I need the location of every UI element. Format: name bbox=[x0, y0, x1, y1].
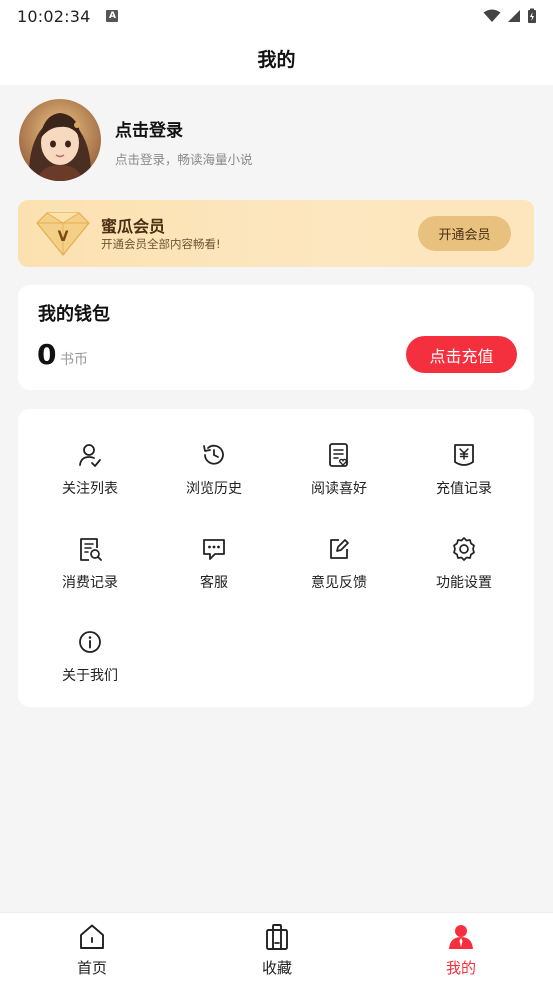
avatar[interactable] bbox=[19, 99, 101, 181]
status-bar: 10:02:34 A bbox=[0, 0, 553, 32]
menu-grid: 关注列表 浏览历史 阅读喜好 充值记录 消费记录 客服 意见反馈 功能设置 关于… bbox=[18, 409, 534, 707]
page-header: 我的 bbox=[0, 32, 553, 85]
status-time: 10:02:34 bbox=[17, 6, 91, 26]
profile-icon bbox=[449, 925, 473, 949]
menu-label: 客服 bbox=[200, 575, 228, 591]
reading-preference-icon bbox=[329, 443, 348, 467]
status-icons bbox=[483, 8, 537, 24]
menu-label: 浏览历史 bbox=[186, 481, 242, 497]
recharge-record-icon bbox=[454, 444, 474, 466]
menu-label: 阅读喜好 bbox=[311, 481, 367, 497]
vip-title: 蜜瓜会员 bbox=[101, 217, 166, 236]
wallet-card: 我的钱包 0 书币 点击充值 bbox=[18, 285, 534, 390]
menu-item-settings[interactable]: 功能设置 bbox=[414, 534, 514, 604]
vip-logo-letter: V bbox=[58, 229, 69, 245]
feedback-edit-icon bbox=[330, 539, 349, 559]
cellular-signal-icon bbox=[508, 10, 520, 22]
nav-label: 首页 bbox=[76, 959, 107, 977]
info-icon bbox=[79, 631, 101, 653]
battery-icon bbox=[528, 8, 536, 23]
menu-item-feedback[interactable]: 意见反馈 bbox=[289, 534, 389, 604]
vip-description: 开通会员全部内容畅看! bbox=[101, 237, 221, 251]
menu-item-consumption-record[interactable]: 消费记录 bbox=[40, 534, 140, 604]
consumption-record-icon bbox=[80, 538, 102, 561]
nav-item-collection[interactable]: 收藏 bbox=[217, 913, 337, 984]
bookshelf-icon bbox=[266, 924, 288, 950]
menu-label: 功能设置 bbox=[436, 575, 492, 591]
menu-item-browse-history[interactable]: 浏览历史 bbox=[164, 440, 264, 510]
menu-item-about-us[interactable]: 关于我们 bbox=[40, 627, 140, 697]
menu-item-reading-preference[interactable]: 阅读喜好 bbox=[289, 440, 389, 510]
menu-label: 意见反馈 bbox=[311, 575, 367, 591]
menu-item-follow-list[interactable]: 关注列表 bbox=[40, 440, 140, 510]
history-clock-icon bbox=[203, 444, 224, 465]
login-subtitle: 点击登录，畅读海量小说 bbox=[115, 152, 253, 167]
menu-label: 充值记录 bbox=[436, 481, 492, 497]
wallet-balance: 0 bbox=[37, 338, 57, 371]
bottom-nav: 首页 收藏 我的 bbox=[0, 912, 553, 984]
nav-label: 我的 bbox=[445, 959, 476, 977]
menu-label: 消费记录 bbox=[62, 575, 118, 591]
menu-item-recharge-record[interactable]: 充值记录 bbox=[414, 440, 514, 510]
vip-diamond-icon: V bbox=[36, 212, 90, 256]
profile-section[interactable]: 点击登录 点击登录，畅读海量小说 bbox=[19, 99, 539, 181]
wallet-unit: 书币 bbox=[60, 352, 88, 368]
nav-item-mine[interactable]: 我的 bbox=[401, 913, 521, 984]
menu-item-customer-service[interactable]: 客服 bbox=[164, 534, 264, 604]
login-title[interactable]: 点击登录 bbox=[115, 116, 183, 141]
wallet-title: 我的钱包 bbox=[38, 304, 110, 325]
notification-a-icon: A bbox=[106, 10, 119, 22]
open-vip-button[interactable]: 开通会员 bbox=[418, 216, 511, 251]
recharge-button[interactable]: 点击充值 bbox=[406, 336, 517, 373]
home-icon bbox=[80, 924, 104, 949]
nav-label: 收藏 bbox=[261, 959, 292, 977]
page-title: 我的 bbox=[257, 49, 296, 71]
nav-item-home[interactable]: 首页 bbox=[32, 913, 152, 984]
gear-icon bbox=[453, 537, 475, 561]
wifi-icon bbox=[483, 9, 501, 22]
avatar-image bbox=[19, 99, 101, 181]
menu-label: 关于我们 bbox=[62, 668, 118, 684]
chat-bubble-icon bbox=[203, 539, 225, 560]
menu-label: 关注列表 bbox=[62, 481, 118, 497]
vip-card[interactable]: V 蜜瓜会员 开通会员全部内容畅看! 开通会员 bbox=[18, 200, 534, 267]
user-check-icon bbox=[79, 444, 101, 467]
